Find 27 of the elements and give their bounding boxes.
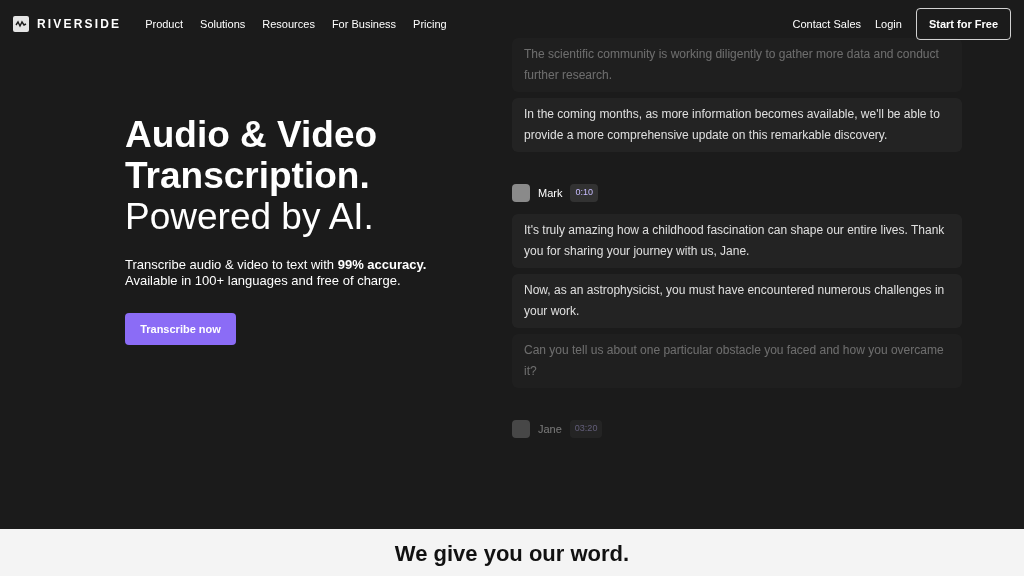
- nav-link[interactable]: Pricing: [413, 15, 447, 33]
- hero-title: Audio & Video: [125, 114, 379, 155]
- timestamp-badge: 0:10: [570, 184, 598, 202]
- transcript-message: In the coming months, as more information becomes available, we'll be able to provide a more comprehensive update on this remarkable discovery.: [512, 98, 962, 152]
- nav-link[interactable]: Resources: [262, 15, 315, 33]
- nav-link[interactable]: Contact Sales: [792, 15, 861, 33]
- avatar-icon: [512, 184, 530, 202]
- nav-link[interactable]: Solutions: [200, 15, 246, 33]
- section-heading: We give you our word.: [394, 540, 630, 568]
- nav-link[interactable]: For Business: [331, 15, 397, 33]
- transcript-message: Can you tell us about one particular obstacle you faced and how you overcame it?: [512, 334, 962, 388]
- transcribe-now-button[interactable]: Transcribe now: [125, 313, 236, 345]
- start-for-free-button[interactable]: Start for Free: [915, 8, 1011, 40]
- transcript-message: It's truly amazing how a childhood fascination can shape our entire lives. Thank you for sharing your journey with us, Jane.: [512, 214, 962, 268]
- transcript-message: Now, as an astrophysicist, you must have encountered numerous challenges in your work.: [512, 274, 962, 328]
- transcript-message: The scientific community is working diligently to gather more data and conduct further research.: [512, 38, 962, 92]
- logo-icon[interactable]: [13, 16, 29, 32]
- hero-description: Transcribe audio & video to text with 99% accuracy. Available in 100+ languages and free of charge.: [125, 257, 428, 289]
- timestamp-badge: 03:20: [569, 420, 603, 438]
- hero-subtitle: Powered by AI.: [125, 196, 375, 237]
- nav-link[interactable]: Login: [875, 15, 902, 33]
- logo-wordmark[interactable]: RIVERSIDE: [37, 15, 122, 33]
- speaker-name: Mark: [538, 185, 563, 201]
- avatar-icon: [512, 420, 530, 438]
- nav-link[interactable]: Product: [145, 15, 184, 33]
- speaker-name: Jane: [538, 421, 562, 437]
- hero-title: Transcription.: [125, 155, 371, 196]
